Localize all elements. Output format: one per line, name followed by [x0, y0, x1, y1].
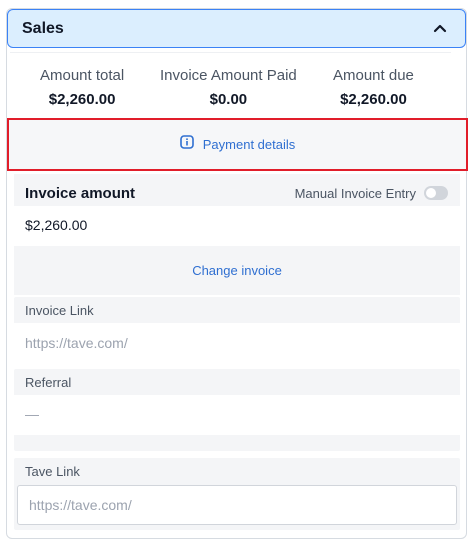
amount-total-label: Amount total [40, 67, 125, 84]
amount-total: Amount total $2,260.00 [40, 67, 124, 108]
sales-section-header[interactable]: Sales [7, 9, 466, 48]
payment-details-button[interactable]: Payment details [7, 118, 468, 171]
amount-due-label: Amount due [333, 67, 414, 84]
change-invoice-link[interactable]: Change invoice [14, 263, 460, 278]
manual-invoice-entry-toggle[interactable] [424, 186, 448, 200]
amount-total-value: $2,260.00 [48, 91, 116, 108]
referral-value: — [25, 406, 39, 422]
referral-label: Referral [25, 375, 72, 390]
invoice-amount-paid-label: Invoice Amount Paid [160, 67, 297, 84]
tave-link-field: Tave Link [14, 458, 460, 530]
referral-field: Referral — [14, 369, 460, 451]
amount-due: Amount due $2,260.00 [333, 67, 414, 108]
payment-details-label: Payment details [202, 137, 296, 152]
referral-value-box[interactable]: — [14, 395, 460, 435]
manual-invoice-entry-label: Manual Invoice Entry [294, 186, 416, 201]
chevron-up-icon[interactable] [433, 24, 447, 33]
invoice-amount-paid-value: $0.00 [209, 91, 248, 108]
amount-summary: Amount total $2,260.00 Invoice Amount Pa… [10, 52, 451, 117]
invoice-amount-section: Invoice amount Manual Invoice Entry $2,2… [14, 174, 460, 295]
invoice-amount-title: Invoice amount [25, 185, 136, 202]
amount-due-value: $2,260.00 [340, 91, 407, 108]
tave-link-label: Tave Link [25, 464, 80, 479]
toggle-knob [426, 188, 436, 198]
invoice-amount-paid: Invoice Amount Paid $0.00 [160, 67, 297, 108]
invoice-link-label: Invoice Link [25, 303, 94, 318]
tave-link-input[interactable] [17, 485, 457, 525]
section-title: Sales [22, 19, 64, 37]
invoice-amount-value: $2,260.00 [14, 206, 460, 246]
info-icon [179, 135, 194, 154]
invoice-link-field: Invoice Link [14, 297, 460, 363]
invoice-link-input[interactable] [14, 323, 460, 363]
